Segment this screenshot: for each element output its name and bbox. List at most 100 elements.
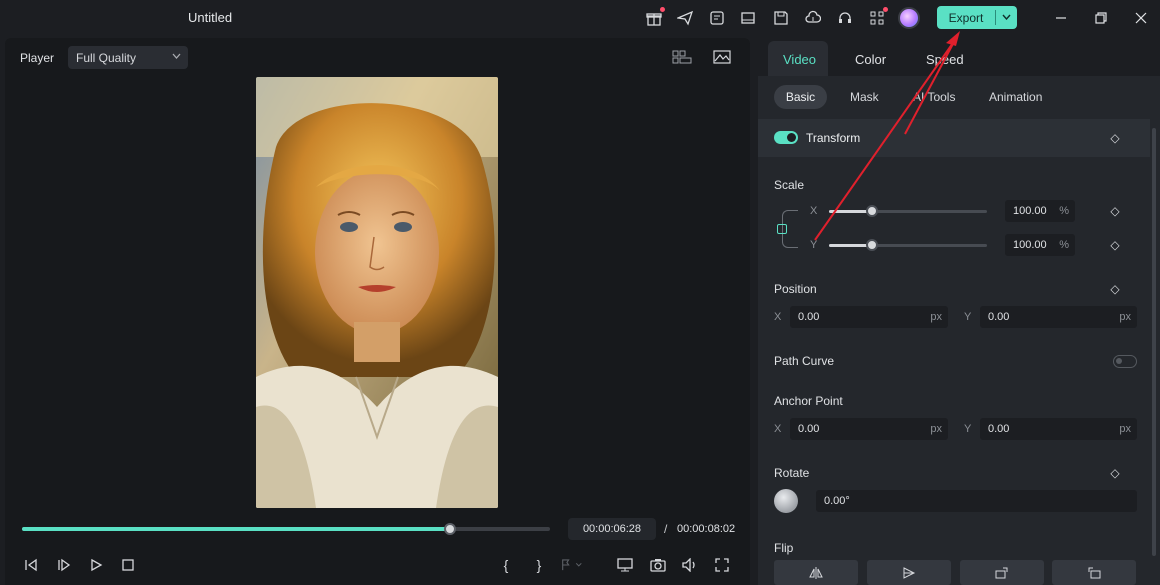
anchor-y-input[interactable]: 0.00 px	[980, 418, 1137, 440]
chevron-down-icon	[172, 51, 181, 62]
playback-progress[interactable]	[22, 523, 550, 535]
keyframe-diamond-icon[interactable]: ◇	[1109, 283, 1121, 295]
progress-handle[interactable]	[443, 523, 456, 535]
scale-x-input[interactable]: 100.00 %	[1005, 200, 1075, 222]
anchor-y-axis: Y	[964, 423, 972, 435]
tab-color[interactable]: Color	[855, 52, 886, 67]
play-icon[interactable]	[85, 555, 107, 575]
layout-icon[interactable]	[738, 8, 758, 28]
image-icon[interactable]	[711, 48, 733, 66]
position-x-axis: X	[774, 311, 782, 323]
flip-horizontal-button[interactable]	[774, 560, 858, 585]
task-icon[interactable]	[707, 8, 727, 28]
lock-icon[interactable]	[777, 224, 787, 234]
position-y-value: 0.00	[988, 311, 1010, 323]
flip-vertical-button[interactable]	[867, 560, 951, 585]
send-icon[interactable]	[675, 8, 695, 28]
mark-in-icon[interactable]: {	[495, 555, 517, 575]
scale-x-slider[interactable]	[829, 205, 987, 217]
quality-dropdown[interactable]: Full Quality	[68, 46, 188, 69]
project-title: Untitled	[188, 10, 233, 25]
keyframe-diamond-icon[interactable]: ◇	[1109, 205, 1121, 217]
scale-y-slider[interactable]	[829, 239, 987, 251]
cloud-upload-icon[interactable]	[803, 8, 823, 28]
transform-toggle[interactable]	[774, 131, 798, 144]
anchor-x-unit: px	[930, 423, 942, 435]
restore-icon[interactable]	[1090, 7, 1112, 29]
save-icon[interactable]	[771, 8, 791, 28]
rotate-label: Rotate	[774, 466, 810, 480]
notification-dot	[883, 7, 888, 12]
transform-section-header[interactable]: Transform ◇	[758, 119, 1150, 157]
anchor-x-value: 0.00	[798, 423, 820, 435]
avatar[interactable]	[898, 7, 920, 29]
position-x-unit: px	[930, 311, 942, 323]
snapshot-icon[interactable]	[647, 555, 669, 575]
keyframe-diamond-icon[interactable]: ◇	[1109, 467, 1121, 479]
scale-y-input[interactable]: 100.00 %	[1005, 234, 1075, 256]
player-label: Player	[20, 51, 55, 65]
rotate-value: 0.00°	[824, 495, 850, 507]
apps-icon[interactable]	[867, 7, 888, 28]
anchor-y-value: 0.00	[988, 423, 1010, 435]
grid-view-icon[interactable]	[671, 48, 693, 66]
tab-speed[interactable]: Speed	[926, 52, 964, 67]
rotate-right-button[interactable]	[960, 560, 1044, 585]
keyframe-diamond-icon[interactable]: ◇	[1109, 239, 1121, 251]
tab-video[interactable]: Video	[783, 52, 816, 67]
sub-tab-basic[interactable]: Basic	[774, 85, 827, 109]
path-curve-toggle[interactable]	[1113, 355, 1137, 368]
slider-handle[interactable]	[865, 239, 878, 251]
previous-frame-icon[interactable]	[20, 555, 42, 575]
path-curve-label: Path Curve	[774, 354, 835, 368]
panel-scrollbar[interactable]	[1152, 128, 1156, 556]
chevron-down-icon[interactable]	[996, 12, 1017, 23]
current-time[interactable]: 00:00:06:28	[568, 518, 656, 540]
scale-y-unit: %	[1059, 239, 1069, 251]
next-frame-icon[interactable]	[53, 555, 75, 575]
fullscreen-icon[interactable]	[711, 555, 733, 575]
position-x-input[interactable]: 0.00 px	[790, 306, 948, 328]
rotate-dial[interactable]	[774, 489, 798, 513]
properties-panel: Video Color Speed Basic Mask AI Tools An…	[758, 38, 1160, 585]
property-tabs: Video Color Speed	[758, 38, 1160, 76]
quality-value: Full Quality	[76, 51, 137, 65]
display-icon[interactable]	[615, 555, 637, 575]
scale-label: Scale	[774, 178, 805, 192]
anchor-point-label: Anchor Point	[774, 394, 843, 408]
transform-label: Transform	[806, 131, 861, 145]
sub-tab-ai-tools[interactable]: AI Tools	[913, 90, 955, 104]
scale-y-value: 100.00	[1013, 239, 1047, 251]
video-preview[interactable]	[256, 77, 498, 508]
scale-y-axis: Y	[810, 239, 818, 251]
total-time: 00:00:08:02	[677, 523, 736, 535]
rotate-input[interactable]: 0.00°	[816, 490, 1137, 512]
position-x-value: 0.00	[798, 311, 820, 323]
slider-handle[interactable]	[865, 205, 878, 217]
minimize-icon[interactable]	[1050, 7, 1072, 29]
sub-tab-mask[interactable]: Mask	[850, 90, 879, 104]
scale-x-unit: %	[1059, 205, 1069, 217]
anchor-x-axis: X	[774, 423, 782, 435]
position-y-input[interactable]: 0.00 px	[980, 306, 1137, 328]
rotate-left-button[interactable]	[1052, 560, 1136, 585]
player-header: Player Full Quality	[5, 38, 750, 76]
sub-tab-basic-label: Basic	[785, 90, 816, 104]
marker-icon[interactable]	[561, 555, 583, 575]
scale-x-axis: X	[810, 205, 818, 217]
export-button[interactable]: Export	[937, 6, 1017, 29]
volume-icon[interactable]	[679, 555, 701, 575]
anchor-y-unit: px	[1119, 423, 1131, 435]
mark-out-icon[interactable]: }	[528, 555, 550, 575]
sub-tab-animation[interactable]: Animation	[989, 90, 1042, 104]
headset-icon[interactable]	[835, 8, 855, 28]
scale-x-value: 100.00	[1013, 205, 1047, 217]
stop-icon[interactable]	[117, 555, 139, 575]
gift-icon[interactable]	[644, 7, 665, 28]
title-bar: Untitled Export	[0, 0, 1160, 36]
player-panel: Player Full Quality 00:00:06:28 / 00:00:…	[5, 38, 750, 585]
close-icon[interactable]	[1130, 7, 1152, 29]
position-y-axis: Y	[964, 311, 972, 323]
anchor-x-input[interactable]: 0.00 px	[790, 418, 948, 440]
keyframe-diamond-icon[interactable]: ◇	[1109, 132, 1121, 144]
